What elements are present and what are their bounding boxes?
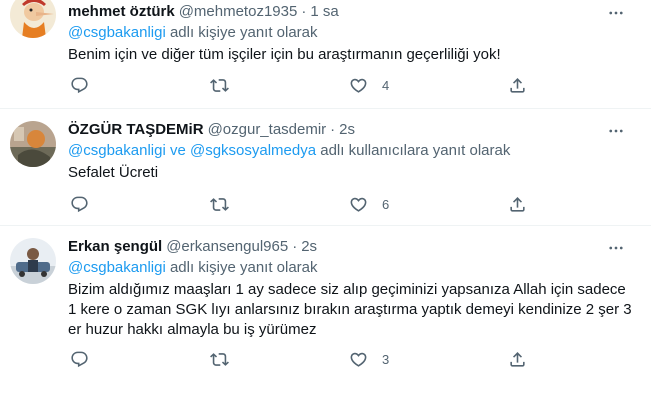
avatar[interactable] bbox=[10, 0, 56, 38]
tweet-header: ÖZGÜR TAŞDEMiR @ozgur_tasdemir · 2s bbox=[68, 119, 355, 139]
tweet-actions: 3 bbox=[62, 344, 532, 374]
retweet-icon[interactable] bbox=[210, 70, 229, 100]
share-icon[interactable] bbox=[508, 70, 527, 100]
retweet-icon[interactable] bbox=[210, 189, 229, 219]
share-icon[interactable] bbox=[508, 344, 527, 374]
retweet-icon[interactable] bbox=[210, 344, 229, 374]
display-name[interactable]: Erkan şengül bbox=[68, 238, 162, 255]
display-name[interactable]: ÖZGÜR TAŞDEMiR bbox=[68, 121, 204, 138]
replying-to: @csgbakanligi ve @sgksosyalmedya adlı ku… bbox=[68, 142, 510, 159]
mention-joiner: ve bbox=[165, 142, 190, 159]
tweet-text: Sefalet Ücreti bbox=[68, 164, 159, 181]
mention-link[interactable]: @csgbakanligi bbox=[68, 142, 166, 159]
replying-to-suffix: adlı kullanıcılara yanıt olarak bbox=[316, 142, 511, 159]
replying-to: @csgbakanligi adlı kişiye yanıt olarak bbox=[68, 259, 318, 276]
like-icon bbox=[350, 197, 367, 212]
timestamp[interactable]: 2s bbox=[301, 238, 317, 255]
like-count: 3 bbox=[382, 351, 390, 367]
tweet-text: Bizim aldığımız maaşları 1 ay sadece siz… bbox=[68, 281, 632, 338]
avatar[interactable] bbox=[10, 121, 56, 167]
like-button[interactable]: 4 bbox=[349, 70, 389, 100]
more-icon[interactable] bbox=[603, 238, 629, 258]
timestamp[interactable]: 2s bbox=[339, 121, 355, 138]
replying-to-suffix: adlı kişiye yanıt olarak bbox=[165, 24, 318, 41]
timestamp[interactable]: 1 sa bbox=[310, 3, 338, 20]
avatar[interactable] bbox=[10, 238, 56, 284]
separator-dot: · bbox=[292, 237, 298, 255]
replying-to-suffix: adlı kişiye yanıt olarak bbox=[165, 259, 318, 276]
like-count: 4 bbox=[382, 77, 390, 93]
like-icon bbox=[350, 78, 367, 93]
display-name[interactable]: mehmet öztürk bbox=[68, 3, 175, 20]
like-count: 6 bbox=[382, 196, 390, 212]
tweet-header: Erkan şengül @erkansengul965 · 2s bbox=[68, 236, 317, 256]
mention-link[interactable]: @sgksosyalmedya bbox=[190, 142, 316, 159]
separator-dot: · bbox=[330, 120, 336, 138]
reply-icon[interactable] bbox=[70, 344, 89, 374]
tweet-actions: 6 bbox=[62, 189, 532, 219]
share-icon[interactable] bbox=[508, 189, 527, 219]
mention-link[interactable]: @csgbakanligi bbox=[68, 259, 166, 276]
mention-link[interactable]: @csgbakanligi bbox=[68, 24, 166, 41]
like-icon bbox=[350, 352, 367, 367]
username[interactable]: @mehmetoz1935 bbox=[179, 3, 298, 20]
like-button[interactable]: 3 bbox=[349, 344, 389, 374]
tweet[interactable]: mehmet öztürk @mehmetoz1935 · 1 sa @csgb… bbox=[0, 0, 651, 109]
separator-dot: · bbox=[301, 2, 307, 20]
more-icon[interactable] bbox=[603, 3, 629, 23]
reply-icon[interactable] bbox=[70, 70, 89, 100]
username[interactable]: @ozgur_tasdemir bbox=[208, 121, 327, 138]
like-button[interactable]: 6 bbox=[349, 189, 389, 219]
more-icon[interactable] bbox=[603, 121, 629, 141]
username[interactable]: @erkansengul965 bbox=[166, 238, 288, 255]
tweet[interactable]: Erkan şengül @erkansengul965 · 2s @csgba… bbox=[0, 226, 651, 395]
tweet-actions: 4 bbox=[62, 70, 532, 100]
reply-icon[interactable] bbox=[70, 189, 89, 219]
tweet-text: Benim için ve diğer tüm işçiler için bu … bbox=[68, 46, 501, 63]
replying-to: @csgbakanligi adlı kişiye yanıt olarak bbox=[68, 24, 318, 41]
tweet[interactable]: ÖZGÜR TAŞDEMiR @ozgur_tasdemir · 2s @csg… bbox=[0, 109, 651, 226]
tweet-header: mehmet öztürk @mehmetoz1935 · 1 sa bbox=[68, 1, 339, 21]
